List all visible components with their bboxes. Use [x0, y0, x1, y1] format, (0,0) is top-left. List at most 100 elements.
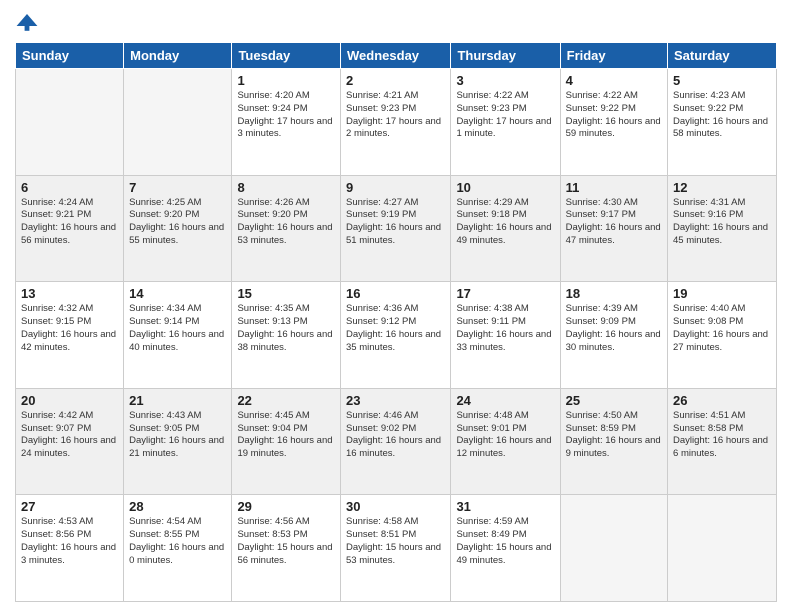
calendar-cell: 17 Sunrise: 4:38 AMSunset: 9:11 PMDayligh… [451, 282, 560, 389]
day-number: 20 [21, 393, 118, 408]
day-number: 17 [456, 286, 554, 301]
day-number: 6 [21, 180, 118, 195]
weekday-header-friday: Friday [560, 43, 667, 69]
calendar-cell: 20 Sunrise: 4:42 AMSunset: 9:07 PMDayligh… [16, 388, 124, 495]
calendar-week-row: 20 Sunrise: 4:42 AMSunset: 9:07 PMDayligh… [16, 388, 777, 495]
day-number: 4 [566, 73, 662, 88]
day-info: Sunrise: 4:34 AMSunset: 9:14 PMDaylight:… [129, 303, 226, 354]
day-number: 18 [566, 286, 662, 301]
calendar-cell: 14 Sunrise: 4:34 AMSunset: 9:14 PMDayligh… [124, 282, 232, 389]
calendar-cell: 3 Sunrise: 4:22 AMSunset: 9:23 PMDaylight… [451, 69, 560, 176]
calendar-week-row: 13 Sunrise: 4:32 AMSunset: 9:15 PMDayligh… [16, 282, 777, 389]
calendar-cell [16, 69, 124, 176]
day-number: 25 [566, 393, 662, 408]
weekday-header-thursday: Thursday [451, 43, 560, 69]
day-info: Sunrise: 4:40 AMSunset: 9:08 PMDaylight:… [673, 303, 771, 354]
calendar-cell: 21Sunrise: 4:43 AMSunset: 9:05 PMDayligh… [124, 388, 232, 495]
day-number: 3 [456, 73, 554, 88]
weekday-header-wednesday: Wednesday [341, 43, 451, 69]
calendar-cell: 7 Sunrise: 4:25 AMSunset: 9:20 PMDaylight… [124, 175, 232, 282]
calendar-table: SundayMondayTuesdayWednesdayThursdayFrid… [15, 42, 777, 602]
day-info: Sunrise: 4:31 AMSunset: 9:16 PMDaylight:… [673, 197, 771, 248]
calendar-cell: 13 Sunrise: 4:32 AMSunset: 9:15 PMDayligh… [16, 282, 124, 389]
day-info: Sunrise: 4:42 AMSunset: 9:07 PMDaylight:… [21, 410, 118, 461]
day-number: 27 [21, 499, 118, 514]
day-number: 10 [456, 180, 554, 195]
calendar-cell: 10 Sunrise: 4:29 AMSunset: 9:18 PMDayligh… [451, 175, 560, 282]
day-number: 30 [346, 499, 445, 514]
calendar-cell: 19Sunrise: 4:40 AMSunset: 9:08 PMDayligh… [668, 282, 777, 389]
day-number: 24 [456, 393, 554, 408]
day-number: 28 [129, 499, 226, 514]
weekday-header-saturday: Saturday [668, 43, 777, 69]
day-info: Sunrise: 4:30 AMSunset: 9:17 PMDaylight:… [566, 197, 662, 248]
weekday-header-row: SundayMondayTuesdayWednesdayThursdayFrid… [16, 43, 777, 69]
day-number: 13 [21, 286, 118, 301]
day-number: 15 [237, 286, 335, 301]
day-number: 12 [673, 180, 771, 195]
day-number: 29 [237, 499, 335, 514]
day-number: 23 [346, 393, 445, 408]
day-info: Sunrise: 4:51 AMSunset: 8:58 PMDaylight:… [673, 410, 771, 461]
calendar-cell: 12 Sunrise: 4:31 AMSunset: 9:16 PMDayligh… [668, 175, 777, 282]
calendar-cell: 22Sunrise: 4:45 AMSunset: 9:04 PMDayligh… [232, 388, 341, 495]
calendar-cell: 9 Sunrise: 4:27 AMSunset: 9:19 PMDaylight… [341, 175, 451, 282]
calendar-cell: 25 Sunrise: 4:50 AMSunset: 8:59 PMDayligh… [560, 388, 667, 495]
calendar-cell: 16Sunrise: 4:36 AMSunset: 9:12 PMDayligh… [341, 282, 451, 389]
day-info: Sunrise: 4:25 AMSunset: 9:20 PMDaylight:… [129, 197, 226, 248]
day-info: Sunrise: 4:29 AMSunset: 9:18 PMDaylight:… [456, 197, 554, 248]
day-info: Sunrise: 4:58 AMSunset: 8:51 PMDaylight:… [346, 516, 445, 567]
logo-icon [15, 10, 39, 34]
day-number: 16 [346, 286, 445, 301]
day-info: Sunrise: 4:21 AMSunset: 9:23 PMDaylight:… [346, 90, 445, 141]
calendar-cell: 27 Sunrise: 4:53 AMSunset: 8:56 PMDayligh… [16, 495, 124, 602]
calendar-week-row: 1Sunrise: 4:20 AMSunset: 9:24 PMDaylight… [16, 69, 777, 176]
day-info: Sunrise: 4:32 AMSunset: 9:15 PMDaylight:… [21, 303, 118, 354]
calendar-cell: 26 Sunrise: 4:51 AMSunset: 8:58 PMDayligh… [668, 388, 777, 495]
day-info: Sunrise: 4:50 AMSunset: 8:59 PMDaylight:… [566, 410, 662, 461]
weekday-header-sunday: Sunday [16, 43, 124, 69]
calendar-cell [560, 495, 667, 602]
weekday-header-tuesday: Tuesday [232, 43, 341, 69]
day-info: Sunrise: 4:27 AMSunset: 9:19 PMDaylight:… [346, 197, 445, 248]
day-number: 31 [456, 499, 554, 514]
calendar-week-row: 6 Sunrise: 4:24 AMSunset: 9:21 PMDaylight… [16, 175, 777, 282]
day-info: Sunrise: 4:26 AMSunset: 9:20 PMDaylight:… [237, 197, 335, 248]
weekday-header-monday: Monday [124, 43, 232, 69]
calendar-cell: 11 Sunrise: 4:30 AMSunset: 9:17 PMDayligh… [560, 175, 667, 282]
day-info: Sunrise: 4:56 AMSunset: 8:53 PMDaylight:… [237, 516, 335, 567]
calendar-cell: 4 Sunrise: 4:22 AMSunset: 9:22 PMDaylight… [560, 69, 667, 176]
day-number: 26 [673, 393, 771, 408]
calendar-cell: 1Sunrise: 4:20 AMSunset: 9:24 PMDaylight… [232, 69, 341, 176]
calendar-cell: 29 Sunrise: 4:56 AMSunset: 8:53 PMDayligh… [232, 495, 341, 602]
calendar-cell: 18 Sunrise: 4:39 AMSunset: 9:09 PMDayligh… [560, 282, 667, 389]
day-number: 8 [237, 180, 335, 195]
day-info: Sunrise: 4:24 AMSunset: 9:21 PMDaylight:… [21, 197, 118, 248]
day-info: Sunrise: 4:23 AMSunset: 9:22 PMDaylight:… [673, 90, 771, 141]
calendar-cell: 23Sunrise: 4:46 AMSunset: 9:02 PMDayligh… [341, 388, 451, 495]
day-number: 11 [566, 180, 662, 195]
day-info: Sunrise: 4:22 AMSunset: 9:23 PMDaylight:… [456, 90, 554, 141]
logo [15, 10, 41, 34]
day-info: Sunrise: 4:53 AMSunset: 8:56 PMDaylight:… [21, 516, 118, 567]
calendar-cell [668, 495, 777, 602]
calendar-cell: 2 Sunrise: 4:21 AMSunset: 9:23 PMDaylight… [341, 69, 451, 176]
day-info: Sunrise: 4:20 AMSunset: 9:24 PMDaylight:… [237, 90, 335, 141]
calendar-cell: 5 Sunrise: 4:23 AMSunset: 9:22 PMDaylight… [668, 69, 777, 176]
day-info: Sunrise: 4:54 AMSunset: 8:55 PMDaylight:… [129, 516, 226, 567]
day-number: 5 [673, 73, 771, 88]
calendar-week-row: 27 Sunrise: 4:53 AMSunset: 8:56 PMDayligh… [16, 495, 777, 602]
day-number: 7 [129, 180, 226, 195]
day-number: 14 [129, 286, 226, 301]
calendar-cell: 28 Sunrise: 4:54 AMSunset: 8:55 PMDayligh… [124, 495, 232, 602]
day-info: Sunrise: 4:22 AMSunset: 9:22 PMDaylight:… [566, 90, 662, 141]
day-number: 2 [346, 73, 445, 88]
calendar-cell: 24 Sunrise: 4:48 AMSunset: 9:01 PMDayligh… [451, 388, 560, 495]
day-info: Sunrise: 4:48 AMSunset: 9:01 PMDaylight:… [456, 410, 554, 461]
calendar-cell: 6 Sunrise: 4:24 AMSunset: 9:21 PMDaylight… [16, 175, 124, 282]
calendar-cell: 30 Sunrise: 4:58 AMSunset: 8:51 PMDayligh… [341, 495, 451, 602]
day-info: Sunrise: 4:38 AMSunset: 9:11 PMDaylight:… [456, 303, 554, 354]
day-info: Sunrise: 4:39 AMSunset: 9:09 PMDaylight:… [566, 303, 662, 354]
day-number: 9 [346, 180, 445, 195]
calendar-cell: 15Sunrise: 4:35 AMSunset: 9:13 PMDayligh… [232, 282, 341, 389]
